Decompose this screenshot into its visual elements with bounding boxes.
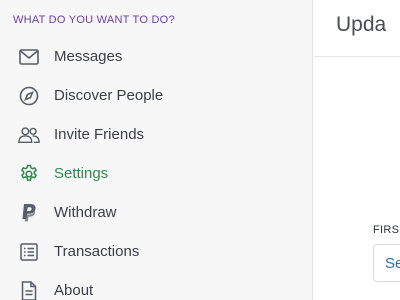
document-icon [18, 280, 40, 300]
sidebar-item-label: Transactions [54, 243, 140, 260]
sidebar-item-label: Discover People [54, 87, 164, 104]
sidebar-item-settings[interactable]: Settings [0, 154, 313, 193]
sidebar-item-invite-friends[interactable]: Invite Friends [0, 115, 313, 154]
sidebar-item-label: Invite Friends [54, 126, 145, 143]
sidebar-item-about[interactable]: About [0, 271, 313, 300]
paypal-icon [18, 202, 40, 224]
gear-icon [18, 163, 40, 185]
sidebar-item-label: Settings [54, 165, 109, 182]
compass-icon [18, 85, 40, 107]
page-title: Upda [336, 13, 387, 36]
sidebar-item-discover-people[interactable]: Discover People [0, 76, 313, 115]
sidebar-item-transactions[interactable]: Transactions [0, 232, 313, 271]
sidebar: WHAT DO YOU WANT TO DO? Messages Discove… [0, 0, 313, 300]
sidebar-item-messages[interactable]: Messages [0, 37, 313, 76]
sidebar-item-withdraw[interactable]: Withdraw [0, 193, 313, 232]
sidebar-item-label: Withdraw [54, 204, 117, 221]
sidebar-item-label: Messages [54, 48, 123, 65]
main-panel: Upda FIRS Se [314, 0, 400, 300]
first-name-field[interactable]: Se [373, 244, 400, 282]
first-name-label: FIRS [373, 224, 400, 236]
sidebar-section-title: WHAT DO YOU WANT TO DO? [13, 14, 175, 26]
envelope-icon [18, 46, 40, 68]
people-icon [18, 124, 40, 146]
sidebar-item-label: About [54, 282, 94, 299]
list-icon [18, 241, 40, 263]
header-divider [314, 56, 400, 57]
first-name-value: Se [385, 255, 400, 272]
